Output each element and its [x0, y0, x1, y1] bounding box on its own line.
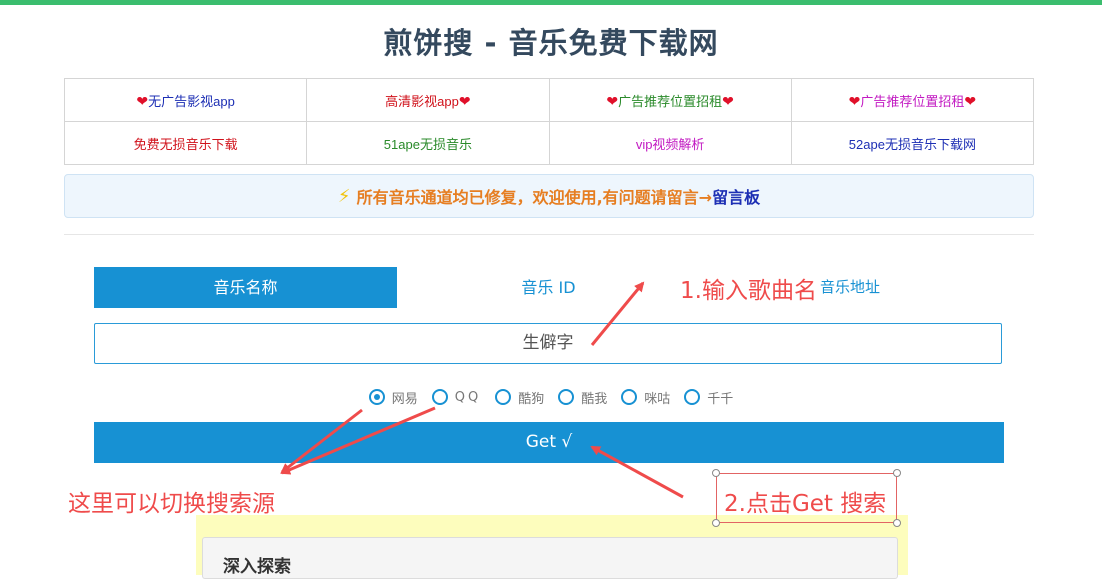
- annotation-step2: 2.点击Get 搜索: [724, 491, 887, 517]
- guestbook-link[interactable]: 留言板: [712, 184, 760, 208]
- link-hd-app[interactable]: 高清影视app❤: [306, 78, 550, 122]
- source-option-migu[interactable]: 咪咕: [621, 386, 670, 408]
- resize-handle: [712, 469, 720, 477]
- link-ad-slot-1[interactable]: ❤广告推荐位置招租❤: [548, 78, 792, 122]
- source-label: 网易: [391, 391, 418, 407]
- radio-icon: [684, 389, 701, 405]
- heart-icon: ❤: [458, 92, 471, 109]
- heart-icon: ❤: [964, 92, 977, 109]
- link-ad-slot-2[interactable]: ❤广告推荐位置招租❤: [790, 78, 1035, 122]
- link-label: 免费无损音乐下载: [133, 136, 238, 152]
- link-free-lossless[interactable]: 免费无损音乐下载: [63, 121, 308, 165]
- radio-icon: [558, 389, 575, 405]
- source-option-qq[interactable]: QQ: [431, 386, 482, 408]
- link-label: 51ape无损音乐: [383, 136, 472, 152]
- source-option-qianqian[interactable]: 千千: [684, 386, 733, 408]
- search-input[interactable]: 生僻字: [94, 323, 1002, 364]
- link-51ape[interactable]: 51ape无损音乐: [306, 121, 550, 165]
- tab-label: 音乐地址: [820, 278, 881, 296]
- annotation-switch-source: 这里可以切换搜索源: [68, 491, 275, 517]
- source-label: 酷我: [581, 391, 608, 407]
- lightning-icon: ⚡: [337, 185, 351, 207]
- heart-icon: ❤: [848, 92, 861, 109]
- notice-text: 所有音乐通道均已修复，欢迎使用,有问题请留言→: [356, 188, 713, 207]
- source-option-netease[interactable]: 网易: [368, 386, 418, 408]
- top-accent-bar: [0, 0, 1102, 5]
- link-label: 52ape无损音乐下载网: [848, 136, 976, 152]
- heart-icon: ❤: [722, 92, 734, 109]
- radio-icon: [621, 389, 638, 405]
- source-label: 千千: [707, 391, 734, 407]
- resize-handle: [893, 469, 901, 477]
- source-label: QQ: [454, 389, 482, 405]
- link-no-ad-app[interactable]: ❤无广告影视app: [63, 78, 308, 122]
- link-label: 广告推荐位置招租: [860, 93, 965, 109]
- link-label: 广告推荐位置招租: [618, 93, 723, 109]
- tab-song-id[interactable]: 音乐 ID: [397, 267, 700, 308]
- annotation-step1: 1.输入歌曲名: [680, 278, 817, 304]
- notice-banner: ⚡ 所有音乐通道均已修复，欢迎使用,有问题请留言→ 留言板: [64, 174, 1034, 218]
- page-title: 煎饼搜 - 音乐免费下载网: [383, 26, 719, 60]
- deep-search-panel: 深入探索: [202, 537, 898, 579]
- source-option-kugou[interactable]: 酷狗: [495, 386, 544, 408]
- radio-checked-icon: [368, 389, 385, 405]
- radio-icon: [431, 389, 448, 405]
- link-52ape[interactable]: 52ape无损音乐下载网: [790, 121, 1035, 165]
- get-button[interactable]: Get √: [94, 422, 1004, 463]
- link-label: 无广告影视app: [148, 93, 235, 109]
- link-label: 高清影视app: [385, 93, 459, 109]
- divider: [64, 234, 1034, 235]
- link-vip-video[interactable]: vip视频解析: [548, 121, 792, 165]
- radio-icon: [495, 389, 512, 405]
- heart-icon: ❤: [136, 92, 149, 109]
- resize-handle: [712, 519, 720, 527]
- deep-search-title: 深入探索: [223, 557, 291, 577]
- source-label: 咪咕: [644, 391, 671, 407]
- tab-song-name[interactable]: 音乐名称: [94, 267, 397, 308]
- link-label: vip视频解析: [635, 136, 705, 152]
- source-option-kuwo[interactable]: 酷我: [558, 386, 607, 408]
- link-grid: ❤无广告影视app 高清影视app❤ ❤广告推荐位置招租❤ ❤广告推荐位置招租❤…: [63, 78, 1035, 165]
- heart-icon: ❤: [606, 92, 619, 109]
- resize-handle: [893, 519, 901, 527]
- source-radio-group: 网易 QQ 酷狗 酷我 咪咕 千千: [0, 386, 1102, 408]
- source-label: 酷狗: [518, 391, 545, 407]
